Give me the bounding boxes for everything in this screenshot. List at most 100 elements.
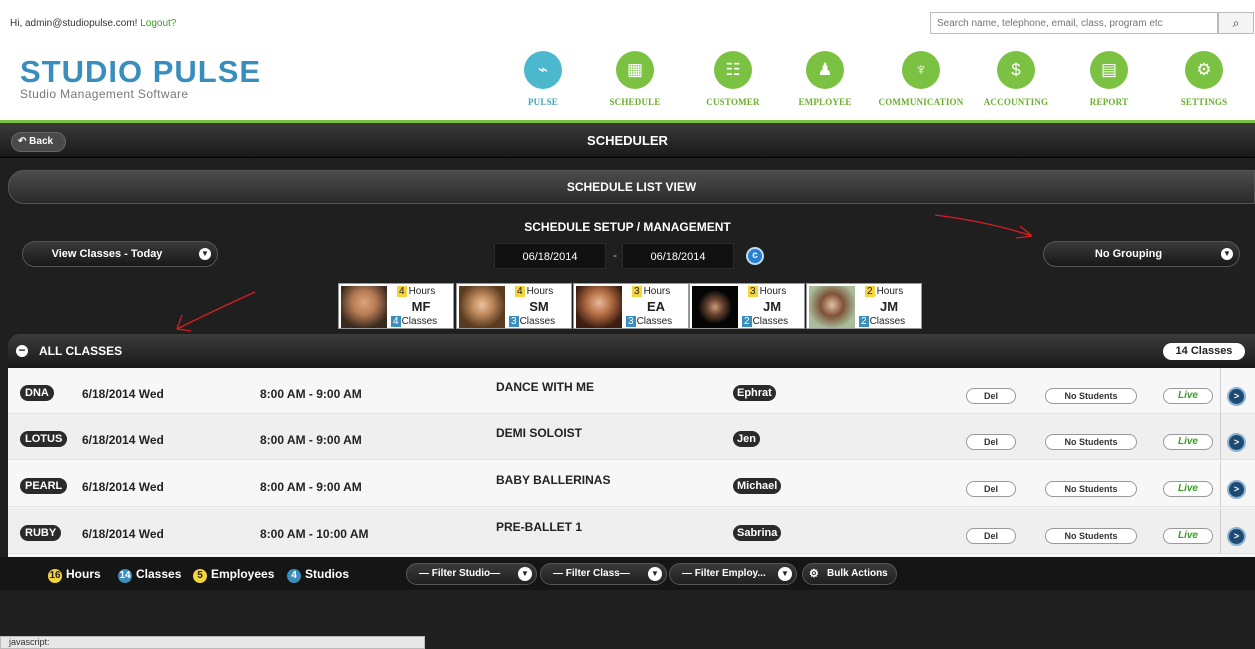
nav-employee[interactable]: ♟ EMPLOYEE	[777, 51, 873, 107]
studios-count: 4	[287, 569, 301, 583]
logout-link[interactable]: Logout?	[140, 18, 176, 29]
nav-report[interactable]: ▤ REPORT	[1061, 51, 1157, 107]
avatar	[341, 286, 387, 328]
live-status-button[interactable]: Live	[1163, 388, 1213, 404]
studio-badge: PEARL	[20, 478, 68, 494]
nav-pulse[interactable]: ⌁ PULSE	[495, 51, 591, 107]
search-input[interactable]	[930, 12, 1218, 34]
instructor-hours: 4 Hours	[515, 286, 554, 297]
employee-badge: Jen	[733, 431, 760, 447]
instructor-classes: 2 Classes	[859, 316, 906, 327]
date-from-input[interactable]: 06/18/2014	[494, 243, 606, 269]
filter-class-select[interactable]: — Filter Class— ▼	[540, 563, 667, 585]
chevron-right-icon[interactable]: >	[1227, 433, 1246, 452]
table-row[interactable]: LOTUS 6/18/2014 Wed 8:00 AM - 9:00 AM DE…	[8, 414, 1255, 460]
hours-stat: 16 Hours	[48, 567, 101, 583]
avatar	[692, 286, 738, 328]
filter-icon: ▼	[518, 567, 532, 581]
nav-settings[interactable]: ⚙ SETTINGS	[1156, 51, 1252, 107]
all-classes-header[interactable]: − ALL CLASSES 14 Classes	[8, 334, 1255, 368]
nav-schedule[interactable]: ▦ SCHEDULE	[587, 51, 683, 107]
view-classes-value: View Classes - Today	[51, 248, 163, 260]
live-status-button[interactable]: Live	[1163, 481, 1213, 497]
grouping-select[interactable]: No Grouping ▼	[1043, 241, 1240, 267]
students-button[interactable]: No Students	[1045, 481, 1137, 497]
employees-count: 5	[193, 569, 207, 583]
class-name: BABY BALLERINAS	[496, 473, 611, 487]
gear-icon: ⚙	[1185, 51, 1223, 89]
studio-badge: DNA	[20, 385, 54, 401]
schedule-list-view-button[interactable]: SCHEDULE LIST VIEW	[8, 170, 1255, 204]
logo-title: STUDIO PULSE	[20, 54, 262, 89]
table-row[interactable]: DNA 6/18/2014 Wed 8:00 AM - 9:00 AM DANC…	[8, 368, 1255, 414]
filter-icon: ▼	[648, 567, 662, 581]
page-title: SCHEDULER	[587, 133, 668, 148]
employee-badge: Michael	[733, 478, 782, 494]
browser-status-bar: javascript:	[0, 636, 425, 649]
nav-label: CUSTOMER	[706, 97, 760, 107]
top-header: Hi, admin@studiopulse.com! Logout? ⌕ STU…	[0, 0, 1255, 122]
delete-button[interactable]: Del	[966, 481, 1016, 497]
nav-label: SETTINGS	[1180, 97, 1228, 107]
grouping-value: No Grouping	[1094, 248, 1163, 260]
chevron-right-icon[interactable]: >	[1227, 480, 1246, 499]
filter-employee-label: — Filter Employ...	[682, 568, 766, 579]
gear-icon: ⚙	[809, 568, 819, 580]
students-button[interactable]: No Students	[1045, 388, 1137, 404]
table-row[interactable]: PEARL 6/18/2014 Wed 8:00 AM - 9:00 AM BA…	[8, 461, 1255, 507]
filter-studio-select[interactable]: — Filter Studio— ▼	[406, 563, 537, 585]
table-row[interactable]: RUBY 6/18/2014 Wed 8:00 AM - 10:00 AM PR…	[8, 508, 1255, 554]
class-date: 6/18/2014 Wed	[82, 480, 164, 494]
search-button[interactable]: ⌕	[1218, 12, 1254, 34]
instructor-classes: 2 Classes	[742, 316, 789, 327]
instructor-initials: MF	[411, 299, 431, 314]
filter-studio-label: — Filter Studio—	[419, 568, 501, 579]
live-status-button[interactable]: Live	[1163, 528, 1213, 544]
nav-accounting[interactable]: $ ACCOUNTING	[968, 51, 1064, 107]
chevron-down-icon: ▼	[1221, 248, 1233, 260]
nav-customer[interactable]: ☷ CUSTOMER	[685, 51, 781, 107]
instructor-initials: SM	[529, 299, 549, 314]
title-bar: ↶ Back SCHEDULER	[0, 123, 1255, 158]
chevron-down-icon: ▼	[199, 248, 211, 260]
nav-label: REPORT	[1089, 97, 1129, 107]
delete-button[interactable]: Del	[966, 388, 1016, 404]
delete-button[interactable]: Del	[966, 434, 1016, 450]
studios-stat: 4 Studios	[287, 567, 349, 583]
collapse-icon[interactable]: −	[16, 344, 28, 357]
row-divider	[1220, 508, 1221, 554]
class-time: 8:00 AM - 9:00 AM	[260, 433, 362, 447]
annotation-arrow-left	[176, 291, 256, 330]
class-name: DEMI SOLOIST	[496, 426, 583, 440]
summary-footer: 16 Hours 14 Classes 5 Employees 4 Studios — …	[0, 557, 1255, 590]
row-divider	[1220, 461, 1221, 507]
avatar	[459, 286, 505, 328]
instructor-classes: 3 Classes	[626, 316, 673, 327]
delete-button[interactable]: Del	[966, 528, 1016, 544]
avatar	[809, 286, 855, 328]
employee-badge: Sabrina	[733, 525, 782, 541]
bulk-actions-label: Bulk Actions	[827, 568, 888, 579]
class-time: 8:00 AM - 9:00 AM	[260, 480, 362, 494]
instructor-card[interactable]: 3 Hours JM 2 Classes	[689, 283, 805, 329]
instructor-hours: 3 Hours	[632, 286, 671, 297]
students-button[interactable]: No Students	[1045, 528, 1137, 544]
instructor-card[interactable]: 4 Hours MF 4 Classes	[338, 283, 454, 329]
classes-count: 14	[118, 569, 132, 583]
students-button[interactable]: No Students	[1045, 434, 1137, 450]
view-classes-select[interactable]: View Classes - Today ▼	[22, 241, 218, 267]
chevron-right-icon[interactable]: >	[1227, 387, 1246, 406]
nav-communication[interactable]: ♆ COMMUNICATION	[873, 51, 969, 107]
bulk-actions-button[interactable]: ⚙ Bulk Actions	[802, 563, 897, 585]
instructor-classes: 4 Classes	[391, 316, 438, 327]
class-time: 8:00 AM - 10:00 AM	[260, 527, 369, 541]
filter-employee-select[interactable]: — Filter Employ... ▼	[669, 563, 797, 585]
classes-stat: 14 Classes	[118, 567, 182, 583]
chevron-right-icon[interactable]: >	[1227, 527, 1246, 546]
date-to-input[interactable]: 06/18/2014	[622, 243, 734, 269]
instructor-card[interactable]: 2 Hours JM 2 Classes	[806, 283, 922, 329]
refresh-icon[interactable]: c	[746, 247, 764, 265]
instructor-card[interactable]: 3 Hours EA 3 Classes	[573, 283, 689, 329]
instructor-card[interactable]: 4 Hours SM 3 Classes	[456, 283, 572, 329]
live-status-button[interactable]: Live	[1163, 434, 1213, 450]
